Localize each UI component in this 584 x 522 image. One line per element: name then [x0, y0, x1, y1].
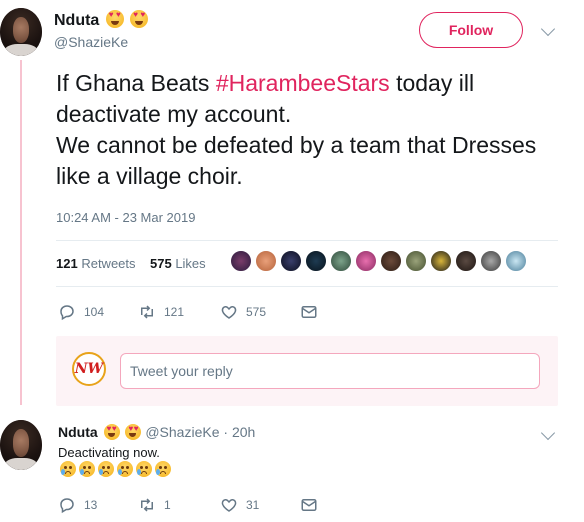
crying-face-emoji-icon [98, 461, 114, 477]
liker-avatar[interactable] [330, 250, 352, 272]
author-name-row[interactable]: Nduta [54, 10, 149, 30]
reply-tweet-text: Deactivating now. [58, 445, 160, 460]
liker-avatar[interactable] [455, 250, 477, 272]
author-name[interactable]: Nduta [54, 12, 99, 29]
divider [56, 286, 558, 287]
liker-avatar[interactable] [405, 250, 427, 272]
reply-tweet-actions: 13 1 31 [58, 496, 326, 514]
crying-emoji-row [58, 461, 171, 477]
liker-avatar[interactable] [430, 250, 452, 272]
reply-composer: NW Tweet your reply [56, 336, 558, 406]
reply-time[interactable]: · 20h [223, 424, 255, 440]
heart-icon [221, 498, 237, 512]
envelope-icon [301, 499, 317, 511]
envelope-icon [301, 306, 317, 318]
retweets-count: 121 [56, 256, 78, 271]
retweet-count: 1 [164, 498, 171, 512]
like-action[interactable]: 31 [220, 496, 300, 514]
likes-stat[interactable]: 575 Likes [150, 256, 206, 271]
liker-avatar[interactable] [380, 250, 402, 272]
tweet-text-line-2: We cannot be defeated by a team that Dre… [56, 132, 537, 189]
thread-connector-line [20, 60, 22, 405]
crying-face-emoji-icon [136, 461, 152, 477]
user-avatar[interactable]: NW [72, 352, 106, 386]
heart-icon [221, 305, 237, 319]
direct-message-action[interactable] [300, 303, 326, 321]
retweet-icon [141, 498, 153, 512]
retweet-action[interactable]: 1 [138, 496, 220, 514]
tweet-timestamp[interactable]: 10:24 AM - 23 Mar 2019 [56, 210, 195, 225]
tweet-text-part: If Ghana Beats [56, 70, 216, 96]
reply-author-avatar[interactable] [0, 420, 42, 470]
liker-avatar[interactable] [505, 250, 527, 272]
chevron-down-icon[interactable] [540, 425, 556, 441]
crying-face-emoji-icon [155, 461, 171, 477]
reply-count: 104 [84, 305, 105, 319]
liker-avatar[interactable] [230, 250, 252, 272]
liker-avatar[interactable] [480, 250, 502, 272]
reply-count: 13 [84, 498, 98, 512]
liker-avatars [230, 250, 527, 272]
reply-author-name[interactable]: Nduta [58, 424, 98, 440]
follow-button[interactable]: Follow [419, 12, 523, 48]
heart-eyes-emoji-icon [105, 10, 124, 28]
hashtag-link[interactable]: #HarambeeStars [216, 70, 390, 96]
like-count: 575 [246, 305, 267, 319]
author-avatar[interactable] [0, 8, 42, 56]
reply-tweet-header: Nduta @ShazieKe · 20h [58, 424, 255, 440]
chevron-down-icon[interactable] [540, 21, 556, 37]
retweet-action[interactable]: 121 [138, 303, 220, 321]
divider [56, 240, 558, 241]
reply-action[interactable]: 104 [58, 303, 138, 321]
engagement-stats: 121 Retweets 575 Likes [56, 256, 206, 271]
crying-face-emoji-icon [117, 461, 133, 477]
liker-avatar[interactable] [280, 250, 302, 272]
tweet-actions: 104 121 575 [58, 303, 326, 321]
reply-input[interactable]: Tweet your reply [120, 353, 540, 389]
like-action[interactable]: 575 [220, 303, 300, 321]
reply-icon [60, 305, 74, 321]
retweets-label: Retweets [81, 256, 136, 271]
heart-eyes-emoji-icon [103, 424, 120, 440]
crying-face-emoji-icon [60, 461, 76, 477]
liker-avatar[interactable] [355, 250, 377, 272]
heart-eyes-emoji-icon [125, 424, 142, 440]
direct-message-action[interactable] [300, 496, 326, 514]
retweet-icon [141, 305, 153, 319]
likes-label: Likes [175, 256, 206, 271]
reply-action[interactable]: 13 [58, 496, 138, 514]
liker-avatar[interactable] [305, 250, 327, 272]
author-handle[interactable]: @ShazieKe [54, 34, 128, 50]
retweet-count: 121 [164, 305, 185, 319]
tweet-text: If Ghana Beats #HarambeeStars today ill … [56, 68, 556, 192]
like-count: 31 [246, 498, 260, 512]
crying-face-emoji-icon [79, 461, 95, 477]
retweets-stat[interactable]: 121 Retweets [56, 256, 136, 271]
reply-author-handle[interactable]: @ShazieKe [145, 424, 219, 440]
likes-count: 575 [149, 256, 172, 271]
liker-avatar[interactable] [255, 250, 277, 272]
heart-eyes-emoji-icon [130, 10, 149, 28]
reply-icon [60, 498, 74, 514]
